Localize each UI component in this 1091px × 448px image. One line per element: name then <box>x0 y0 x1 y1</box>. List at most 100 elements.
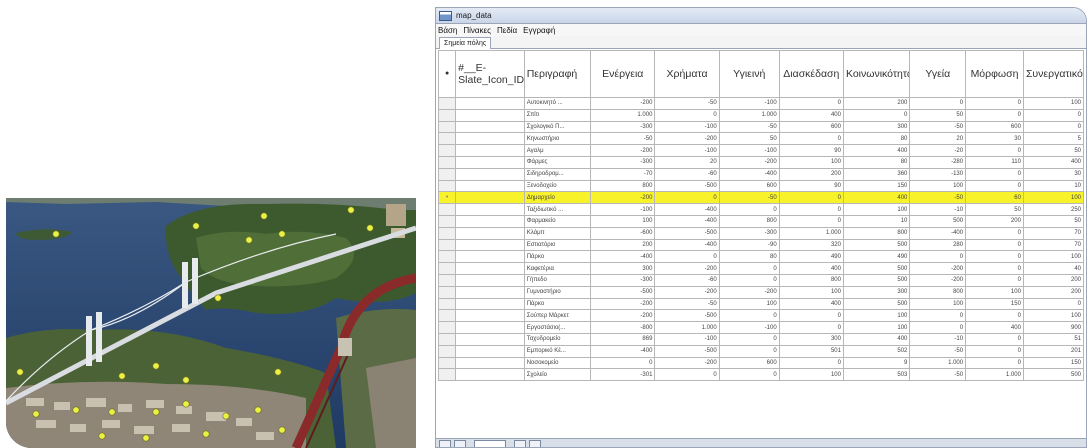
table-row[interactable]: Σούπερ Μάρκετ -200 -500 0 0 100 0 0 100 <box>437 309 1085 323</box>
cell-description[interactable]: Νοσοκομείο <box>523 356 592 370</box>
table-row[interactable]: Ταχυδρομείο 869 -100 0 300 400 -10 0 51 <box>437 332 1085 346</box>
cell-energy[interactable]: -301 <box>590 368 656 382</box>
cell-money[interactable]: -500 <box>654 179 720 193</box>
cell-energy[interactable]: 800 <box>590 179 656 193</box>
cell-health[interactable]: 1.000 <box>909 356 967 370</box>
cell-energy[interactable]: -800 <box>590 321 656 334</box>
cell-energy[interactable]: -300 <box>590 155 656 169</box>
cell-entertainment[interactable]: 400 <box>778 297 844 311</box>
cell-health[interactable]: -50 <box>909 191 967 205</box>
menu-item-database[interactable]: Βάση <box>438 26 457 35</box>
cell-description[interactable]: Πάρκο <box>523 297 592 311</box>
table-row[interactable]: • Δημαρχείο -200 0 -50 0 400 -50 60 100 <box>437 191 1085 205</box>
cell-health[interactable]: 0 <box>909 250 967 264</box>
cell-energy[interactable]: -300 <box>590 273 656 287</box>
cell-entertainment[interactable]: 490 <box>778 250 844 264</box>
cell-health[interactable]: -10 <box>909 203 967 216</box>
cell-money[interactable]: -200 <box>654 356 720 370</box>
cell-cooperation[interactable]: 100 <box>1022 97 1085 110</box>
cell-description[interactable]: Αγαλμ <box>523 144 592 157</box>
cell-cooperation[interactable]: 50 <box>1022 214 1085 228</box>
column-header-icon-id[interactable]: #__E-Slate_Icon_ID__# <box>455 50 525 98</box>
cell-hygiene[interactable]: 0 <box>718 344 780 358</box>
cell-entertainment[interactable]: 0 <box>778 97 844 110</box>
cell-health[interactable]: -280 <box>909 155 967 169</box>
row-selector[interactable] <box>437 167 457 181</box>
cell-energy[interactable]: -200 <box>590 309 656 323</box>
cell-sociability[interactable]: 9 <box>842 356 911 370</box>
cell-entertainment[interactable]: 0 <box>778 321 844 334</box>
cell-education[interactable]: 0 <box>965 262 1024 275</box>
cell-education[interactable]: 0 <box>965 226 1024 240</box>
cell-hygiene[interactable]: 80 <box>718 250 780 264</box>
cell-health[interactable]: -50 <box>909 120 967 134</box>
cell-description[interactable]: Ξενοδοχείο <box>523 179 592 193</box>
cell-education[interactable]: 0 <box>965 167 1024 181</box>
cell-education[interactable]: 30 <box>965 132 1024 146</box>
column-header-hygiene[interactable]: Υγιεινή <box>718 50 780 98</box>
cell-money[interactable]: -500 <box>654 226 720 240</box>
cell-health[interactable]: 280 <box>909 238 967 252</box>
row-selector[interactable] <box>437 155 457 169</box>
row-selector[interactable] <box>437 297 457 311</box>
cell-cooperation[interactable]: 150 <box>1022 356 1085 370</box>
table-row[interactable]: Κηνωστήριο -50 -200 50 0 80 20 30 5 <box>437 132 1085 146</box>
cell-sociability[interactable]: 100 <box>842 203 911 216</box>
cell-hygiene[interactable]: 100 <box>718 297 780 311</box>
cell-health[interactable]: 0 <box>909 309 967 323</box>
cell-icon-id[interactable] <box>455 214 525 228</box>
cell-entertainment[interactable]: 0 <box>778 309 844 323</box>
cell-education[interactable]: 1.000 <box>965 368 1024 382</box>
cell-money[interactable]: -50 <box>654 97 720 110</box>
cell-sociability[interactable]: 300 <box>842 120 911 134</box>
cell-money[interactable]: -100 <box>654 144 720 157</box>
cell-icon-id[interactable] <box>455 321 525 334</box>
cell-description[interactable]: Καφετέρια <box>523 262 592 275</box>
cell-education[interactable]: 0 <box>965 250 1024 264</box>
row-selector[interactable] <box>437 144 457 157</box>
cell-icon-id[interactable] <box>455 285 525 299</box>
cell-sociability[interactable]: 100 <box>842 309 911 323</box>
table-row[interactable]: Γυμναστήριο -500 -200 -200 100 300 800 100 200 <box>437 285 1085 299</box>
cell-icon-id[interactable] <box>455 179 525 193</box>
cell-icon-id[interactable] <box>455 250 525 264</box>
cell-entertainment[interactable]: 90 <box>778 179 844 193</box>
row-selector[interactable] <box>437 344 457 358</box>
cell-sociability[interactable]: 0 <box>842 108 911 122</box>
row-selector[interactable] <box>437 368 457 382</box>
table-row[interactable]: Γήπεδο -300 -60 0 800 500 -200 0 200 <box>437 273 1085 287</box>
cell-energy[interactable]: -50 <box>590 132 656 146</box>
cell-description[interactable]: Γήπεδο <box>523 273 592 287</box>
row-selector[interactable] <box>437 108 457 122</box>
cell-cooperation[interactable]: 250 <box>1022 203 1085 216</box>
cell-hygiene[interactable]: 1.000 <box>718 108 780 122</box>
cell-hygiene[interactable]: -100 <box>718 321 780 334</box>
cell-sociability[interactable]: 503 <box>842 368 911 382</box>
cell-entertainment[interactable]: 600 <box>778 120 844 134</box>
cell-icon-id[interactable] <box>455 356 525 370</box>
cell-description[interactable]: Σούπερ Μάρκετ <box>523 309 592 323</box>
cell-energy[interactable]: 0 <box>590 356 656 370</box>
cell-entertainment[interactable]: 320 <box>778 238 844 252</box>
cell-education[interactable]: 0 <box>965 179 1024 193</box>
cell-icon-id[interactable] <box>455 273 525 287</box>
cell-cooperation[interactable]: 100 <box>1022 250 1085 264</box>
cell-energy[interactable]: 1.000 <box>590 108 656 122</box>
row-selector[interactable] <box>437 273 457 287</box>
cell-cooperation[interactable]: 50 <box>1022 144 1085 157</box>
cell-sociability[interactable]: 490 <box>842 250 911 264</box>
cell-description[interactable]: Σιδηροδρομ... <box>523 167 592 181</box>
cell-health[interactable]: 800 <box>909 285 967 299</box>
cell-hygiene[interactable]: 800 <box>718 214 780 228</box>
cell-hygiene[interactable]: 50 <box>718 132 780 146</box>
row-selector[interactable] <box>437 309 457 323</box>
cell-money[interactable]: -50 <box>654 297 720 311</box>
row-selector[interactable] <box>437 214 457 228</box>
row-selector[interactable] <box>437 120 457 134</box>
cell-health[interactable]: 20 <box>909 132 967 146</box>
cell-icon-id[interactable] <box>455 191 525 205</box>
cell-money[interactable]: -500 <box>654 344 720 358</box>
row-selector[interactable] <box>437 285 457 299</box>
cell-education[interactable]: 110 <box>965 155 1024 169</box>
cell-health[interactable]: -200 <box>909 273 967 287</box>
